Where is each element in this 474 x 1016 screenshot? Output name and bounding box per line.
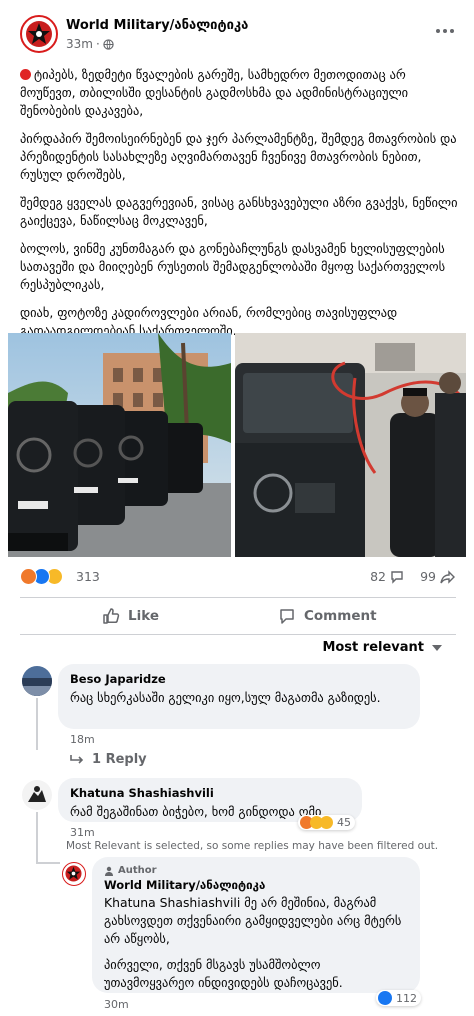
like-react-icon <box>378 991 392 1005</box>
reply-time[interactable]: 30m <box>104 998 129 1011</box>
comment-text: რაც სხერკასაში გელიკი იყო,სულ მაგათმა გა… <box>70 690 381 705</box>
post-paragraph: შემდეგ ყველას დაგვერევიან, ვისაც განსხვა… <box>20 195 458 228</box>
avatar[interactable] <box>62 862 86 886</box>
page-avatar[interactable] <box>20 15 58 53</box>
comment-button[interactable]: Comment <box>278 602 377 630</box>
post-paragraph: პირდაპირ შემოისეირნებენ და ჯერ პარლამენტ… <box>20 131 457 182</box>
post-photos <box>8 333 466 557</box>
shares-count[interactable]: 99 <box>420 569 456 584</box>
sort-dropdown[interactable]: Most relevant <box>322 640 442 655</box>
page-name[interactable]: World Military/ანალიტიკა <box>66 18 248 33</box>
view-replies-link[interactable]: 1 Reply <box>70 752 147 767</box>
caret-down-icon <box>432 644 442 651</box>
reaction-icons[interactable] <box>20 568 63 585</box>
comment-author[interactable]: Khatuna Shashiashvili <box>70 786 350 800</box>
red-circle-icon <box>20 69 31 80</box>
reply-reactions[interactable]: 112 <box>376 990 421 1006</box>
author-badge: Author <box>104 865 408 876</box>
angry-react-icon <box>20 568 37 585</box>
reply-text: Khatuna Shashiashvili მე არ მეშინია, მაგ… <box>104 895 402 946</box>
comment-icon <box>391 570 403 584</box>
thread-line <box>36 812 38 864</box>
post-header: World Military/ანალიტიკა 33m · <box>20 15 460 59</box>
comment-author[interactable]: Beso Japaridze <box>70 672 408 686</box>
reply-author[interactable]: World Military/ანალიტიკა <box>104 878 408 892</box>
post-paragraph: ბოლოს, ვინმე კუნთმაგარ და გონებაჩლუნგს დ… <box>20 241 446 292</box>
reactions-count[interactable]: 313 <box>76 569 100 584</box>
comment-time[interactable]: 18m <box>70 733 95 746</box>
post-actions: Like Comment <box>20 598 456 632</box>
share-icon <box>440 569 455 584</box>
post-text: ტიპებს, ზედმეტი წვალების გარეშე, სამხედრ… <box>20 66 460 350</box>
post-time[interactable]: 33m <box>66 37 93 51</box>
reply-arrow-icon <box>70 754 84 764</box>
comment-reactions[interactable]: 45 <box>298 815 355 830</box>
post-paragraph: ტიპებს, ზედმეტი წვალების გარეშე, სამხედრ… <box>20 67 409 118</box>
comment-time[interactable]: 31m <box>70 826 95 839</box>
like-button[interactable]: Like <box>102 602 159 630</box>
reply-text: პირველი, თქვენ მსგავს უსამშობლო უთავმოყვ… <box>104 957 343 990</box>
comment-icon <box>280 609 294 624</box>
post-card: World Military/ანალიტიკა 33m · ტიპებს, ზ… <box>0 0 474 1016</box>
comments-count[interactable]: 82 <box>370 569 404 584</box>
thread-line <box>36 862 60 864</box>
sad-react-icon <box>320 816 333 829</box>
post-stats: 313 82 99 <box>20 566 456 588</box>
photo-car-closeup[interactable] <box>235 333 466 557</box>
more-icon[interactable] <box>430 19 460 43</box>
avatar[interactable] <box>22 666 52 696</box>
photo-cars-parked[interactable] <box>8 333 231 557</box>
reply-bubble: Author World Military/ანალიტიკა Khatuna … <box>92 857 420 993</box>
like-icon <box>103 608 120 624</box>
author-badge-icon <box>105 866 113 876</box>
filter-note: Most Relevant is selected, so some repli… <box>66 840 439 852</box>
avatar[interactable] <box>22 780 52 810</box>
globe-icon <box>103 38 114 50</box>
post-meta: 33m · <box>66 37 114 51</box>
comment-bubble: Beso Japaridze რაც სხერკასაში გელიკი იყო… <box>58 664 420 729</box>
divider <box>20 634 456 635</box>
thread-line <box>36 698 38 750</box>
